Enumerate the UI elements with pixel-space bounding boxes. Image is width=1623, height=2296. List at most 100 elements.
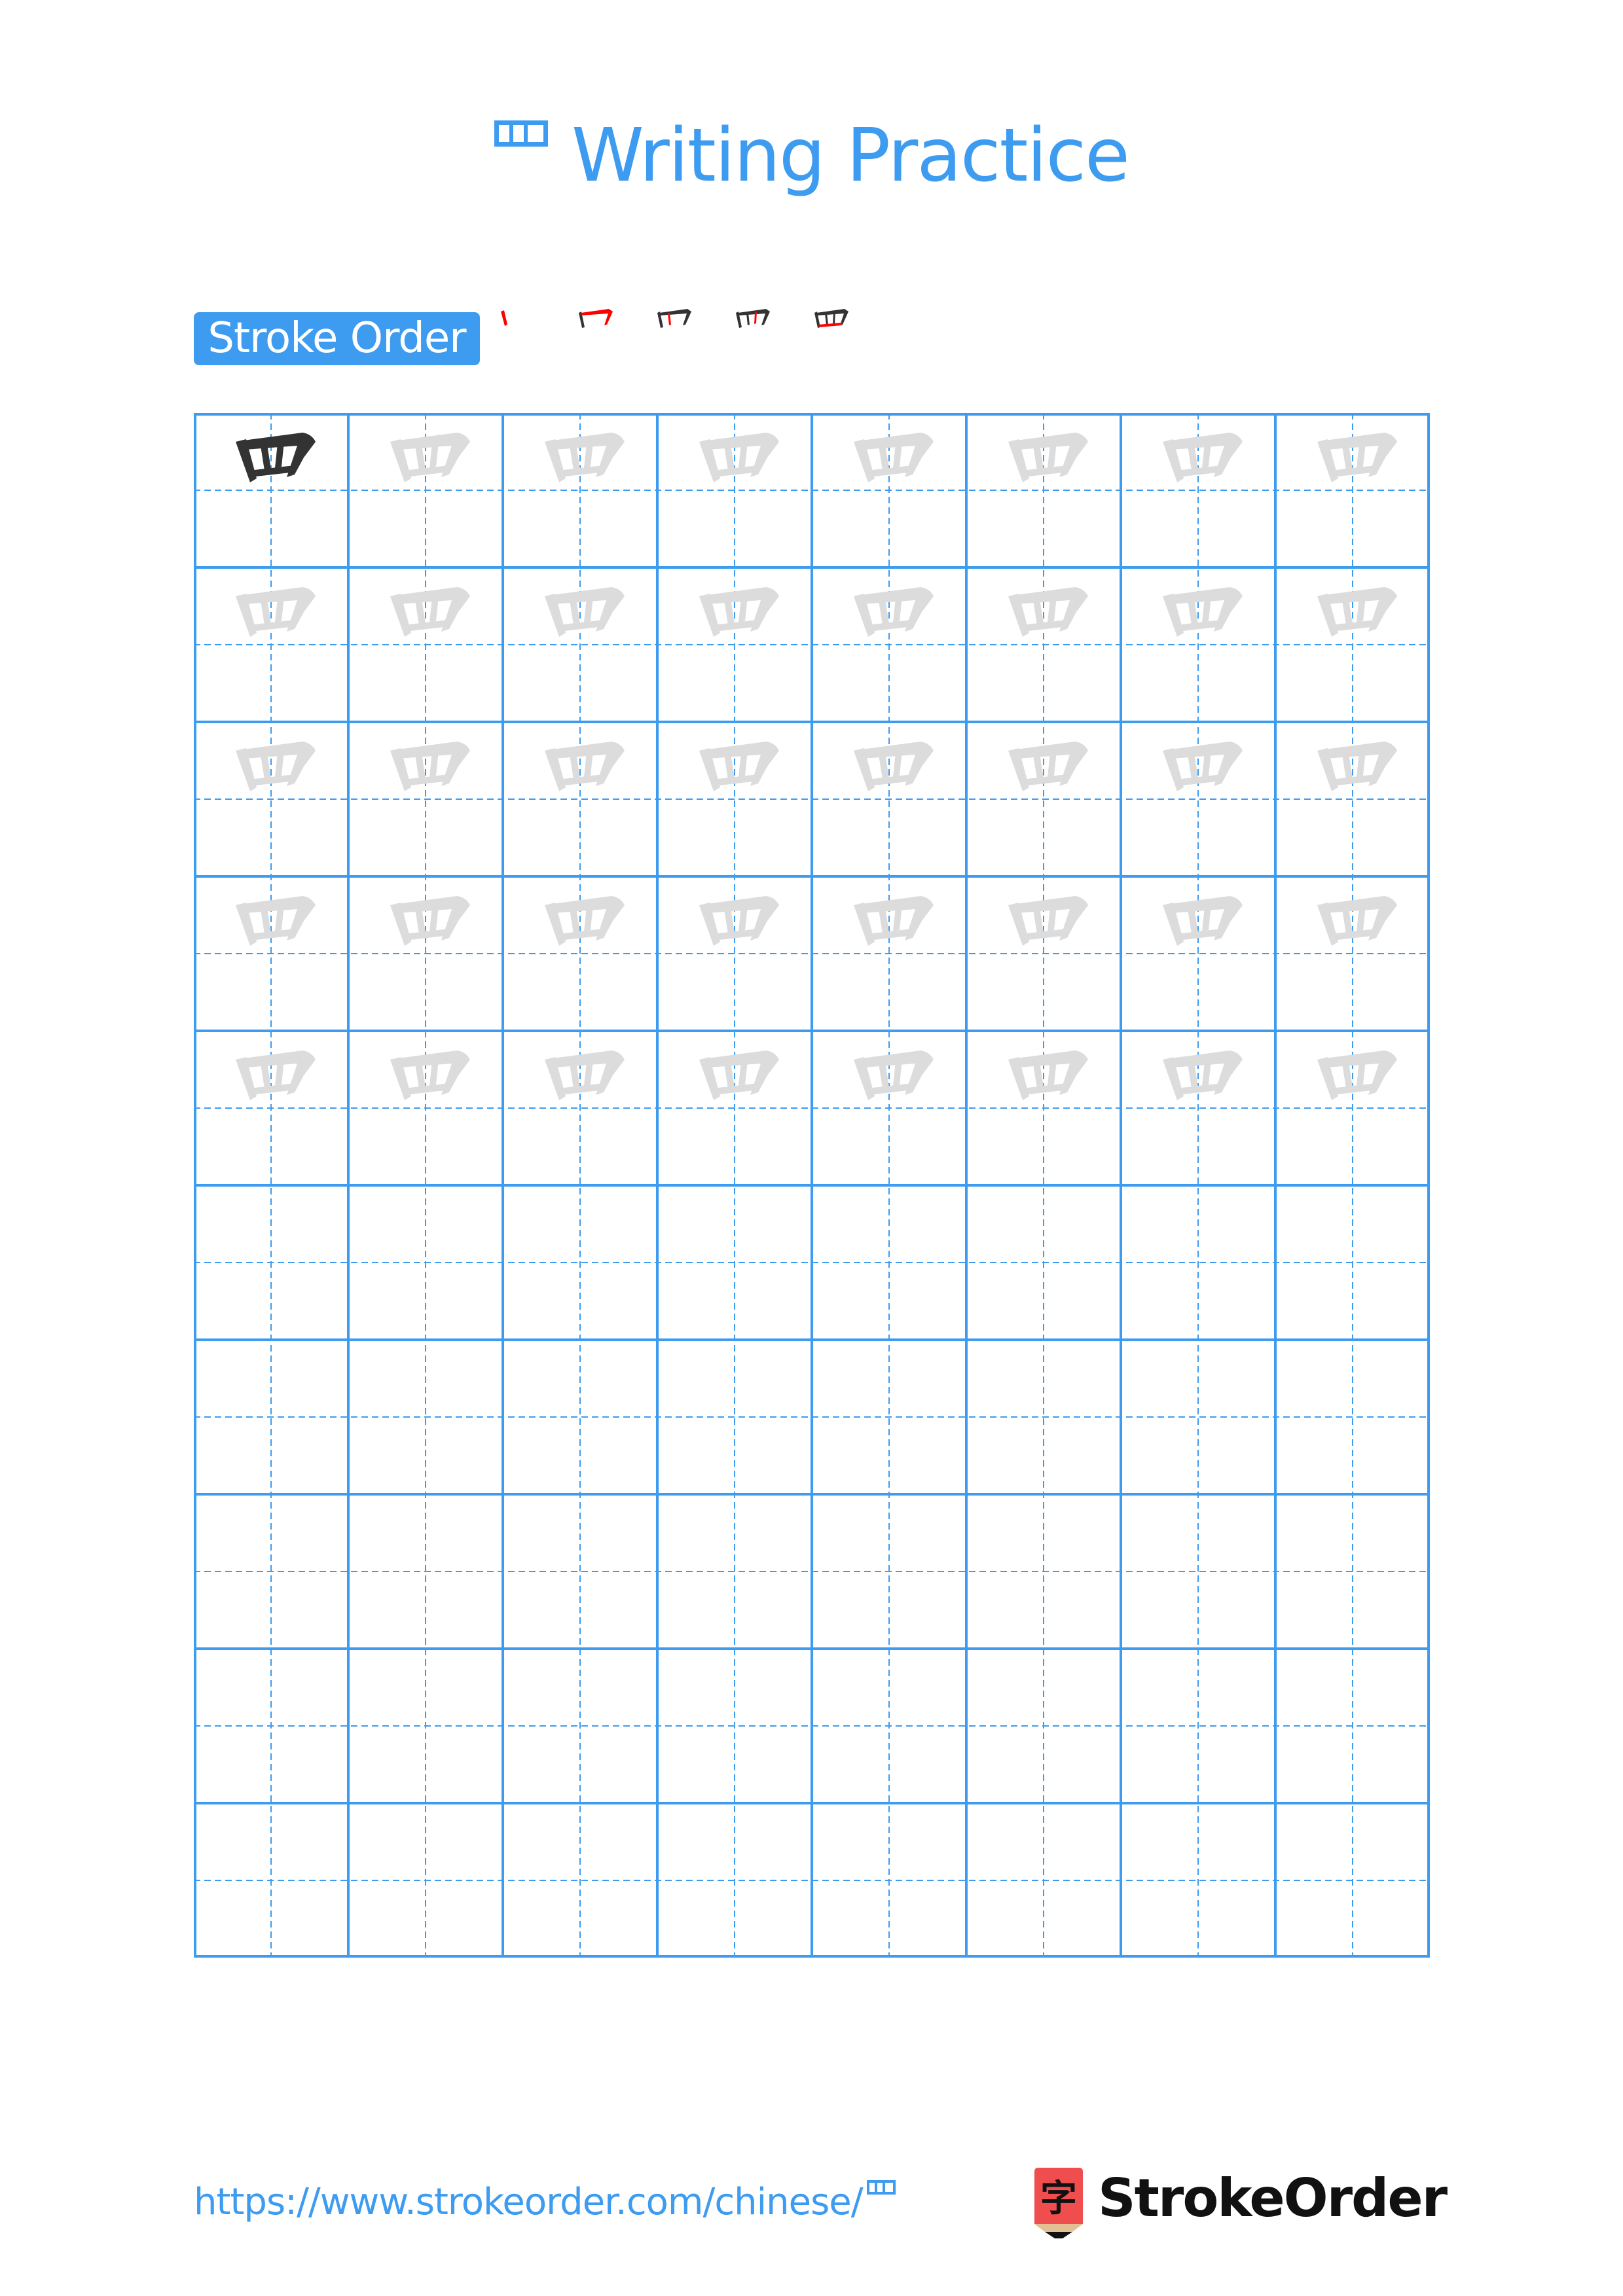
trace-character-cell bbox=[657, 567, 812, 722]
character-stroke bbox=[1188, 908, 1198, 934]
trace-character-glyph bbox=[854, 896, 934, 946]
trace-character-cell bbox=[1275, 1031, 1430, 1185]
stroke-order-badge: Stroke Order bbox=[194, 312, 480, 365]
blank-practice-cell bbox=[812, 1803, 966, 1958]
stroke-step-3 bbox=[657, 309, 691, 328]
trace-character-glyph bbox=[1163, 587, 1243, 637]
trace-character-cell bbox=[503, 413, 657, 567]
trace-character-cell bbox=[1275, 413, 1430, 567]
character-stroke bbox=[570, 599, 580, 625]
trace-character-cell bbox=[503, 876, 657, 1031]
trace-character-glyph bbox=[699, 433, 779, 482]
trace-character-glyph bbox=[236, 587, 316, 637]
trace-character-cell bbox=[194, 722, 348, 876]
trace-character-glyph bbox=[699, 896, 779, 946]
trace-character-cell bbox=[812, 876, 966, 1031]
missing-glyph-icon bbox=[866, 2180, 896, 2195]
character-stroke bbox=[415, 444, 426, 471]
blank-practice-cell bbox=[503, 1649, 657, 1803]
trace-character-glyph bbox=[699, 742, 779, 791]
trace-character-glyph bbox=[854, 433, 934, 482]
pencil-logo-icon: 字 bbox=[1034, 2168, 1083, 2238]
trace-character-glyph bbox=[854, 587, 934, 637]
blank-practice-cell bbox=[503, 1803, 657, 1958]
character-stroke bbox=[724, 444, 735, 471]
blank-practice-cell bbox=[1275, 1803, 1430, 1958]
trace-character-glyph bbox=[545, 896, 625, 946]
trace-character-glyph bbox=[699, 587, 779, 637]
footer-url-link[interactable]: https://www.strokeorder.com/chinese/ bbox=[194, 2179, 896, 2225]
character-stroke bbox=[1342, 1062, 1353, 1088]
trace-character-cell bbox=[966, 1031, 1121, 1185]
trace-character-glyph bbox=[545, 433, 625, 482]
blank-practice-cell bbox=[348, 1494, 503, 1649]
trace-character-cell bbox=[1275, 876, 1430, 1031]
missing-glyph-icon bbox=[494, 120, 549, 147]
blank-practice-cell bbox=[1121, 1494, 1275, 1649]
trace-character-glyph bbox=[1008, 433, 1088, 482]
trace-character-glyph bbox=[1008, 587, 1088, 637]
trace-character-glyph bbox=[390, 896, 470, 946]
stroke-done bbox=[659, 309, 691, 325]
trace-character-cell bbox=[966, 876, 1121, 1031]
blank-practice-cell bbox=[812, 1494, 966, 1649]
blank-practice-cell bbox=[1275, 1185, 1430, 1340]
character-stroke bbox=[879, 908, 889, 934]
trace-character-cell bbox=[503, 567, 657, 722]
trace-character-glyph bbox=[236, 896, 316, 946]
model-character-cell bbox=[194, 413, 348, 567]
page-title: Writing Practice bbox=[0, 110, 1623, 202]
blank-practice-cell bbox=[1121, 1803, 1275, 1958]
trace-character-glyph bbox=[390, 587, 470, 637]
character-stroke bbox=[1188, 753, 1198, 780]
trace-character-cell bbox=[1121, 413, 1275, 567]
trace-character-cell bbox=[348, 413, 503, 567]
trace-character-glyph bbox=[545, 587, 625, 637]
blank-practice-cell bbox=[348, 1803, 503, 1958]
character-stroke bbox=[1033, 1062, 1044, 1088]
stroke-done bbox=[738, 309, 770, 325]
trace-character-glyph bbox=[699, 1050, 779, 1100]
character-stroke bbox=[879, 753, 889, 780]
footer-url-text: https://www.strokeorder.com/chinese/ bbox=[194, 2181, 864, 2223]
trace-character-glyph bbox=[1008, 742, 1088, 791]
blank-practice-cell bbox=[966, 1340, 1121, 1494]
character-stroke bbox=[415, 908, 426, 934]
trace-character-cell bbox=[966, 722, 1121, 876]
blank-practice-cell bbox=[194, 1494, 348, 1649]
trace-character-glyph bbox=[236, 1050, 316, 1100]
trace-character-glyph bbox=[390, 742, 470, 791]
blank-practice-cell bbox=[657, 1649, 812, 1803]
blank-practice-cell bbox=[657, 1185, 812, 1340]
trace-character-glyph bbox=[236, 742, 316, 791]
model-character-glyph bbox=[236, 433, 316, 482]
character-stroke bbox=[570, 1062, 580, 1088]
blank-practice-cell bbox=[1275, 1649, 1430, 1803]
trace-character-glyph bbox=[545, 1050, 625, 1100]
stroke-done bbox=[816, 309, 848, 325]
blank-practice-cell bbox=[657, 1340, 812, 1494]
trace-character-glyph bbox=[390, 433, 470, 482]
stroke-current bbox=[668, 313, 671, 325]
stroke-step-4 bbox=[736, 309, 770, 328]
blank-practice-cell bbox=[1121, 1649, 1275, 1803]
character-stroke bbox=[1188, 1062, 1198, 1088]
trace-character-cell bbox=[1275, 722, 1430, 876]
trace-character-cell bbox=[348, 1031, 503, 1185]
trace-character-cell bbox=[966, 413, 1121, 567]
character-stroke bbox=[1033, 444, 1044, 471]
trace-character-glyph bbox=[1317, 896, 1397, 946]
trace-character-glyph bbox=[1163, 433, 1243, 482]
stroke-done bbox=[746, 313, 750, 325]
trace-character-cell bbox=[812, 1031, 966, 1185]
trace-character-glyph bbox=[854, 1050, 934, 1100]
trace-character-cell bbox=[1121, 722, 1275, 876]
character-stroke bbox=[570, 753, 580, 780]
stroke-done bbox=[825, 313, 828, 325]
brand-name: StrokeOrder bbox=[1098, 2168, 1448, 2229]
character-stroke bbox=[1342, 908, 1353, 934]
trace-character-cell bbox=[1121, 1031, 1275, 1185]
blank-practice-cell bbox=[1275, 1340, 1430, 1494]
practice-grid bbox=[194, 413, 1430, 1958]
trace-character-glyph bbox=[390, 1050, 470, 1100]
